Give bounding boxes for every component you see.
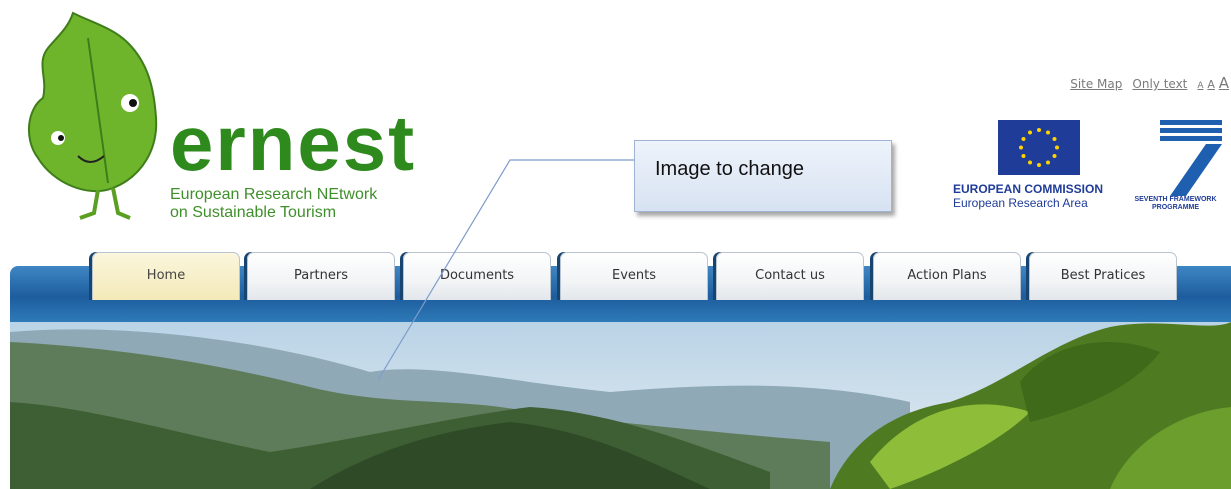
callout-text: Image to change xyxy=(655,158,804,180)
image-change-callout: Image to change xyxy=(634,140,892,212)
logo-subtitle-line1: European Research NEtwork xyxy=(170,186,378,203)
font-size-small-button[interactable]: A xyxy=(1197,81,1203,91)
nav-tab-home[interactable]: Home xyxy=(92,252,240,300)
seven-icon xyxy=(1160,120,1222,196)
site-logo[interactable]: ernest European Research NEtwork on Sust… xyxy=(18,8,438,233)
logo-subtitle-line2: on Sustainable Tourism xyxy=(170,204,337,221)
logo-subtitle: European Research NEtwork on Sustainable… xyxy=(170,186,377,222)
fp7-line2: PROGRAMME xyxy=(1151,204,1200,211)
hero-banner-image xyxy=(10,322,1231,489)
only-text-link[interactable]: Only text xyxy=(1132,77,1187,91)
leaf-mascot-icon xyxy=(27,11,158,220)
utility-links: Site Map Only text A A A xyxy=(1070,74,1229,92)
font-size-controls: A A A xyxy=(1197,74,1229,92)
nav-tab-contact-us[interactable]: Contact us xyxy=(716,252,864,300)
font-size-medium-button[interactable]: A xyxy=(1207,78,1215,91)
logo-wordmark: ernest xyxy=(170,99,417,187)
nav-tab-documents[interactable]: Documents xyxy=(403,252,551,300)
eu-flag-icon xyxy=(998,120,1080,175)
nav-tab-best-pratices[interactable]: Best Pratices xyxy=(1029,252,1177,300)
fp7-line1: SEVENTH FRAMEWORK xyxy=(1134,196,1217,203)
nav-tab-action-plans[interactable]: Action Plans xyxy=(873,252,1021,300)
nav-tab-partners[interactable]: Partners xyxy=(247,252,395,300)
ec-subtitle: European Research Area xyxy=(953,196,1088,210)
fp7-text: SEVENTH FRAMEWORK PROGRAMME xyxy=(1120,196,1231,212)
fp7-logo[interactable]: SEVENTH FRAMEWORK PROGRAMME xyxy=(1120,118,1231,211)
ec-title: EUROPEAN COMMISSION xyxy=(953,182,1104,196)
nav-tab-events[interactable]: Events xyxy=(560,252,708,300)
site-map-link[interactable]: Site Map xyxy=(1070,77,1122,91)
font-size-large-button[interactable]: A xyxy=(1219,74,1229,92)
